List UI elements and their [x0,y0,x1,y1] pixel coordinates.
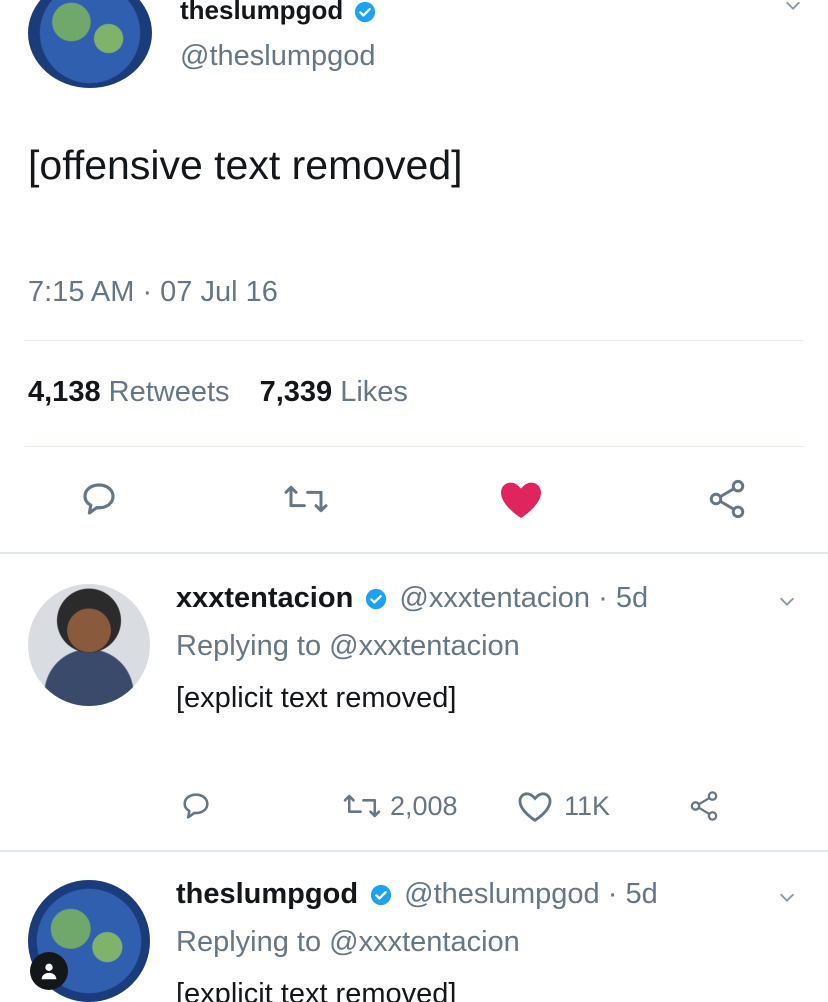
share-button[interactable] [702,474,752,524]
timestamp[interactable]: 7:15 AM · 07 Jul 16 [28,276,278,309]
like-button[interactable]: 11K [516,786,610,826]
reply-icon [83,483,115,515]
retweets-stat[interactable]: 4,138 Retweets [28,376,238,408]
reply-button[interactable] [74,476,124,522]
camera-icon [41,963,57,980]
tweet-text: [offensive text removed] [28,138,818,192]
chevron-down-icon[interactable] [776,886,798,908]
display-name[interactable]: theslumpgod [176,878,358,910]
avatar[interactable] [28,584,150,706]
display-name[interactable]: theslumpgod [180,0,376,24]
handle[interactable]: @theslumpgod [180,40,376,73]
handle-time[interactable]: @xxxtentacion · 5d [399,582,648,614]
reply-button[interactable] [176,786,216,826]
chevron-down-icon[interactable] [782,0,804,16]
like-button[interactable] [494,474,548,524]
reply-icon [183,793,209,819]
reply-text-line1: [explicit text removed] [176,682,457,714]
heart-icon [501,482,541,518]
main-tweet: theslumpgod @theslumpgod [offensive text… [0,0,828,552]
reply-text-line1: [explicit text removed] [176,978,457,1002]
reply-tweet: xxxtentacion @xxxtentacion · 5d Replying… [0,554,828,850]
display-name[interactable]: xxxtentacion [176,582,353,614]
retweet-count: 2,008 [390,790,458,821]
engagement-stats: 4,138 Retweets 7,339 Likes [28,376,408,409]
retweet-button[interactable]: 2,008 [340,786,458,826]
reply-header: xxxtentacion @xxxtentacion · 5d [176,582,648,615]
verified-icon [366,589,387,610]
likes-label: Likes [340,376,408,408]
chevron-down-icon[interactable] [776,590,798,612]
handle-time[interactable]: @theslumpgod · 5d [404,878,658,910]
camera-badge [30,952,68,990]
retweets-count: 4,138 [28,376,101,408]
replying-to[interactable]: Replying to @xxxtentacion [176,630,520,663]
display-name-text: theslumpgod [180,0,344,25]
likes-count: 7,339 [259,376,333,408]
verified-icon [371,885,392,906]
verified-icon [355,2,376,23]
divider [24,340,804,341]
like-count: 11K [564,790,611,821]
tweet-text-line1: [offensive text removed] [28,142,463,188]
retweet-button[interactable] [276,476,336,522]
divider [24,446,804,447]
likes-stat[interactable]: 7,339 Likes [260,376,408,408]
share-icon [709,479,745,519]
avatar[interactable] [28,0,152,88]
replying-to[interactable]: Replying to @xxxtentacion [176,926,520,959]
retweet-icon [284,485,328,513]
reply-text: [explicit text removed] [176,676,816,720]
reply-header: theslumpgod @theslumpgod · 5d [176,878,658,911]
retweets-label: Retweets [108,376,230,408]
share-icon [690,791,718,821]
heart-icon [518,792,552,822]
share-button[interactable] [684,786,724,826]
retweet-icon [343,794,381,818]
reply-tweet: theslumpgod @theslumpgod · 5d Replying t… [0,852,828,1002]
